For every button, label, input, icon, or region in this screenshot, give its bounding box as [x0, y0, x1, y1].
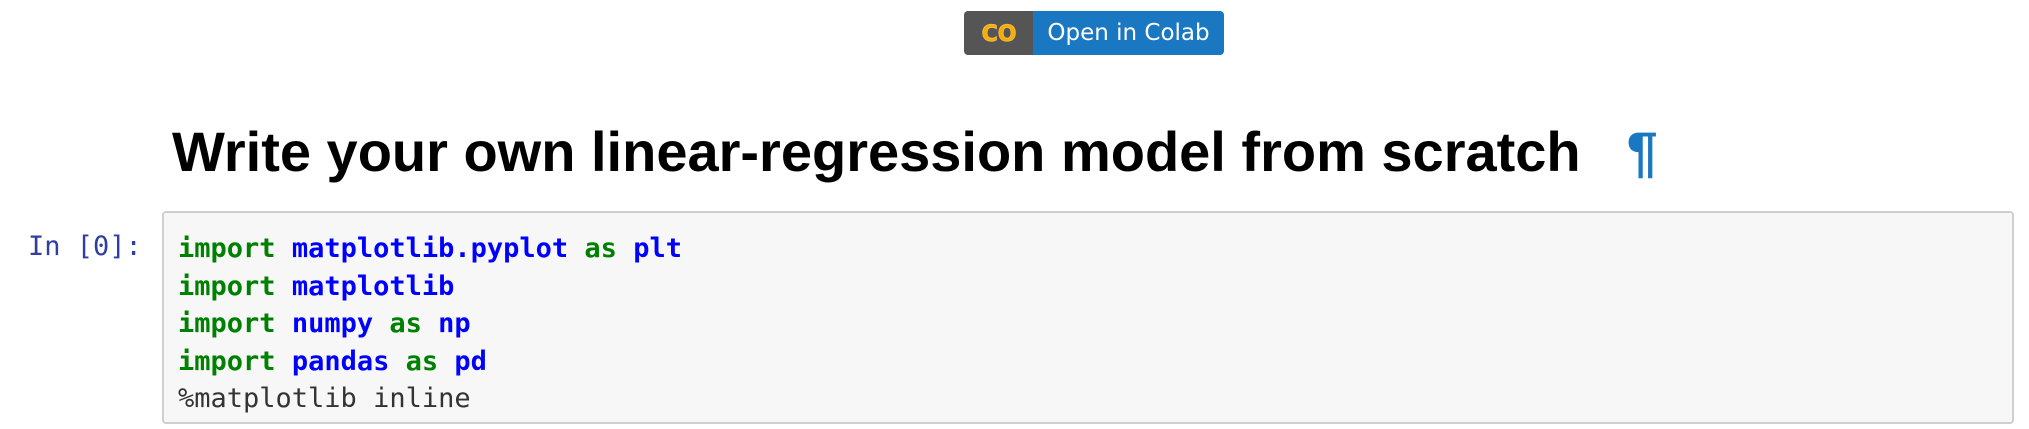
colab-logo-icon: CO: [964, 11, 1033, 55]
code-editor[interactable]: import matplotlib.pyplot as plt import m…: [178, 230, 682, 418]
module-alias: pd: [454, 345, 487, 377]
module-name: matplotlib.pyplot: [291, 233, 569, 264]
module-alias: plt: [633, 233, 682, 264]
keyword: as: [405, 345, 439, 377]
keyword: import: [178, 308, 276, 339]
module-name: matplotlib: [291, 270, 455, 302]
cell-input-prompt: In [0]:: [28, 231, 142, 262]
open-in-colab-badge[interactable]: CO Open in Colab: [964, 11, 1224, 55]
page-title: Write your own linear-regression model f…: [172, 119, 1581, 183]
code-line: %matplotlib inline: [178, 383, 471, 414]
code-line: import numpy as np: [178, 308, 471, 339]
magic-command: %matplotlib inline: [178, 383, 471, 414]
keyword: as: [389, 308, 422, 339]
module-name: numpy: [291, 308, 374, 339]
keyword: import: [178, 270, 276, 302]
anchor-link-pilcrow-icon[interactable]: ¶: [1627, 119, 1658, 184]
module-name: pandas: [291, 345, 390, 377]
keyword: as: [584, 233, 617, 264]
code-line: import matplotlib.pyplot as plt: [178, 233, 682, 264]
keyword: import: [178, 233, 276, 264]
keyword: import: [178, 345, 276, 377]
module-alias: np: [438, 308, 471, 339]
code-line: import matplotlib: [178, 271, 454, 302]
open-in-colab-label: Open in Colab: [1033, 11, 1224, 55]
colab-logo-text: CO: [981, 22, 1016, 46]
code-cell-input[interactable]: import matplotlib.pyplot as plt import m…: [162, 211, 2014, 424]
code-line: import pandas as pd: [178, 346, 487, 377]
colab-logo-svg: CO: [981, 22, 1017, 46]
page-heading: Write your own linear-regression model f…: [172, 111, 1658, 191]
